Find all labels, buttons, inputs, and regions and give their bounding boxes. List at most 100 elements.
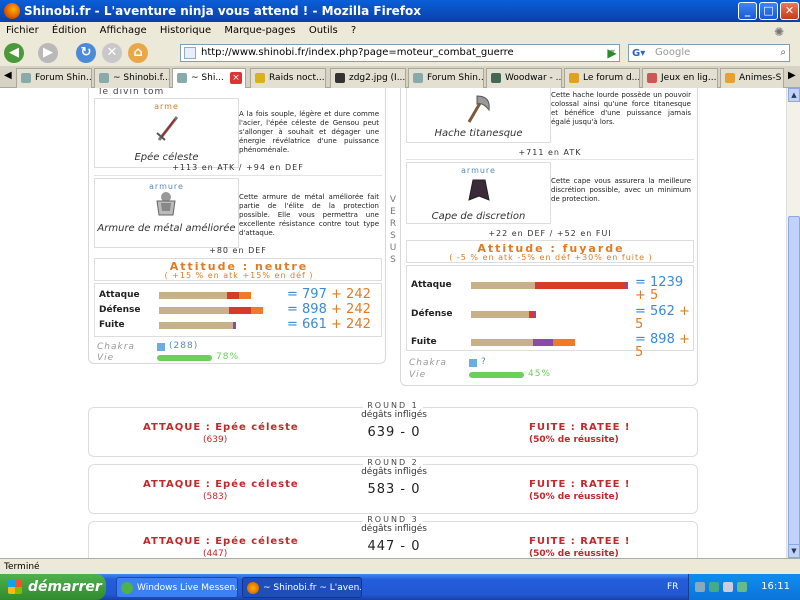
fuite-bonus-bar [233, 322, 236, 329]
forward-arrow-icon[interactable]: ▶ [38, 43, 58, 63]
menu-marque-pages[interactable]: Marque-pages [224, 25, 295, 36]
task-firefox[interactable]: ~ Shinobi.fr ~ L'aven... [242, 577, 362, 598]
fighter-name: le divin tom [97, 88, 167, 97]
tab-raids[interactable]: Raids noct... [250, 68, 326, 88]
start-label: démarrer [28, 579, 102, 595]
task-messenger[interactable]: Windows Live Messen... [116, 577, 238, 598]
tab-label: zdg2.jpg (I... [349, 73, 406, 83]
fuite-bonus-value: 242 [346, 317, 371, 332]
vertical-scrollbar[interactable]: ▲ ▼ [786, 88, 800, 558]
menu-fichier[interactable]: Fichier [6, 25, 39, 36]
round-card: ROUND 1 ATTAQUE : Epée céleste (639) dég… [88, 401, 698, 457]
menu-edition[interactable]: Édition [52, 25, 87, 36]
tab-label: Forum Shin... [35, 73, 92, 83]
attaque-bonus-value: 5 [650, 288, 659, 303]
fuite-value: = 898 + 5 [635, 332, 690, 360]
tab-label: Woodwar - ... [505, 73, 562, 83]
stat-label-fuite: Fuite [99, 320, 125, 330]
start-button[interactable]: démarrer [0, 574, 106, 600]
defense-value: = 898 + 242 [287, 302, 371, 317]
go-arrow-icon[interactable]: ▶ [604, 44, 620, 62]
stop-icon[interactable]: ✕ [102, 43, 122, 63]
round-damage-label: dégâts infligés [361, 524, 427, 534]
search-box[interactable]: G▾ Google ⌕ [628, 44, 790, 62]
armor-stat: +22 en DEF / +52 en FUI [488, 229, 612, 238]
round-damage: 583 - 0 [367, 482, 421, 497]
versus-letter: R [389, 219, 397, 229]
tab-jeux[interactable]: Jeux en lig... [642, 68, 718, 88]
tab-favicon-icon [647, 73, 657, 83]
tab-forum-shinobi-1[interactable]: Forum Shin... [16, 68, 92, 88]
tab-favicon-icon [413, 73, 423, 83]
menu-help[interactable]: ? [351, 25, 356, 36]
scroll-down-icon[interactable]: ▼ [788, 544, 800, 558]
tray-network-icon[interactable] [695, 582, 705, 592]
attaque-value: = 1239 + 5 [635, 275, 684, 303]
scroll-up-icon[interactable]: ▲ [788, 88, 800, 102]
google-icon[interactable]: G▾ [632, 46, 645, 62]
page-content: le divin tom arme Epée céleste A la fois… [0, 88, 786, 558]
round-label-text: ROUND 1 [363, 401, 423, 410]
chakra-label: Chakra [97, 342, 135, 352]
windows-logo-icon [8, 580, 22, 594]
versus-letter: E [390, 207, 396, 217]
tab-shinobi-1[interactable]: ~ Shinobi.f... [94, 68, 170, 88]
vie-label: Vie [97, 353, 115, 363]
scroll-thumb[interactable] [788, 216, 800, 546]
tray-security-icon[interactable] [737, 582, 747, 592]
close-button[interactable]: ✕ [780, 2, 799, 20]
round-card: ROUND 2 ATTAQUE : Epée céleste (583) dég… [88, 458, 698, 514]
tab-scroll-right-icon[interactable]: ▶ [788, 70, 796, 81]
tab-scroll-left-icon[interactable]: ◀ [4, 70, 12, 81]
fuite-bonus-bar [553, 339, 575, 346]
url-bar[interactable]: http://www.shinobi.fr/index.php?page=mot… [180, 44, 620, 62]
maximize-button[interactable]: □ [759, 2, 778, 20]
minimize-button[interactable]: _ [738, 2, 757, 20]
tab-close-icon[interactable]: × [230, 72, 242, 84]
tab-bar: ◀ Forum Shin... ~ Shinobi.f... ~ Shi... ×… [0, 66, 800, 89]
fuite-value: = 661 + 242 [287, 317, 371, 332]
tab-shinobi-active[interactable]: ~ Shi... × [172, 68, 246, 89]
reload-icon[interactable]: ↻ [76, 43, 96, 63]
tray-messenger-icon[interactable] [709, 582, 719, 592]
back-arrow-icon[interactable]: ◀ [4, 43, 24, 63]
fuite-base-value: 898 [650, 332, 675, 347]
defense-base-value: 562 [650, 304, 675, 319]
defense-base-bar [159, 307, 229, 314]
magnifier-icon[interactable]: ⌕ [780, 45, 786, 61]
divider [406, 159, 694, 160]
armor-category: armure [461, 166, 496, 175]
divider [94, 175, 382, 176]
weapon-name: Epée céleste [134, 152, 199, 163]
armor-name: Cape de discretion [431, 211, 526, 222]
tab-forum-shinobi-2[interactable]: Forum Shin... [408, 68, 484, 88]
defense-bonus-bar [533, 311, 536, 318]
armor-description: Cette armure de métal améliorée fait par… [239, 193, 379, 237]
menu-affichage[interactable]: Affichage [100, 25, 147, 36]
cape-icon [465, 176, 493, 204]
round-card: ROUND 3 ATTAQUE : Epée céleste (447) dég… [88, 515, 698, 558]
armor-description: Cette cape vous assurera la meilleure di… [551, 177, 691, 203]
vie-bar [469, 372, 524, 378]
home-icon[interactable]: ⌂ [128, 43, 148, 63]
menu-outils[interactable]: Outils [309, 25, 338, 36]
tab-woodwar[interactable]: Woodwar - ... [486, 68, 562, 88]
tab-animes[interactable]: Animes-S [720, 68, 784, 88]
task-label: ~ Shinobi.fr ~ L'aven... [263, 583, 362, 593]
round-attack: ATTAQUE : Epée céleste [143, 479, 299, 490]
attaque-bonus-bar [625, 282, 628, 289]
taskbar: démarrer Windows Live Messen... ~ Shinob… [0, 574, 800, 600]
attaque-bonus-bar [239, 292, 251, 299]
tab-le-forum[interactable]: Le forum d... [564, 68, 640, 88]
round-damage-label: dégâts infligés [361, 410, 427, 420]
weapon-name: Hache titanesque [434, 128, 523, 139]
menu-historique[interactable]: Historique [160, 25, 211, 36]
attaque-bonus-value: 242 [346, 287, 371, 302]
tab-zdg2[interactable]: zdg2.jpg (I... [330, 68, 406, 88]
tab-label: Animes-S [739, 73, 782, 83]
attitude-modifiers: ( +15 % en atk +15% en déf ) [164, 271, 314, 280]
armor-stat: +80 en DEF [209, 246, 267, 255]
round-label: ROUND 3 [89, 515, 697, 524]
language-indicator[interactable]: FR [667, 574, 678, 600]
tray-volume-icon[interactable] [723, 582, 733, 592]
